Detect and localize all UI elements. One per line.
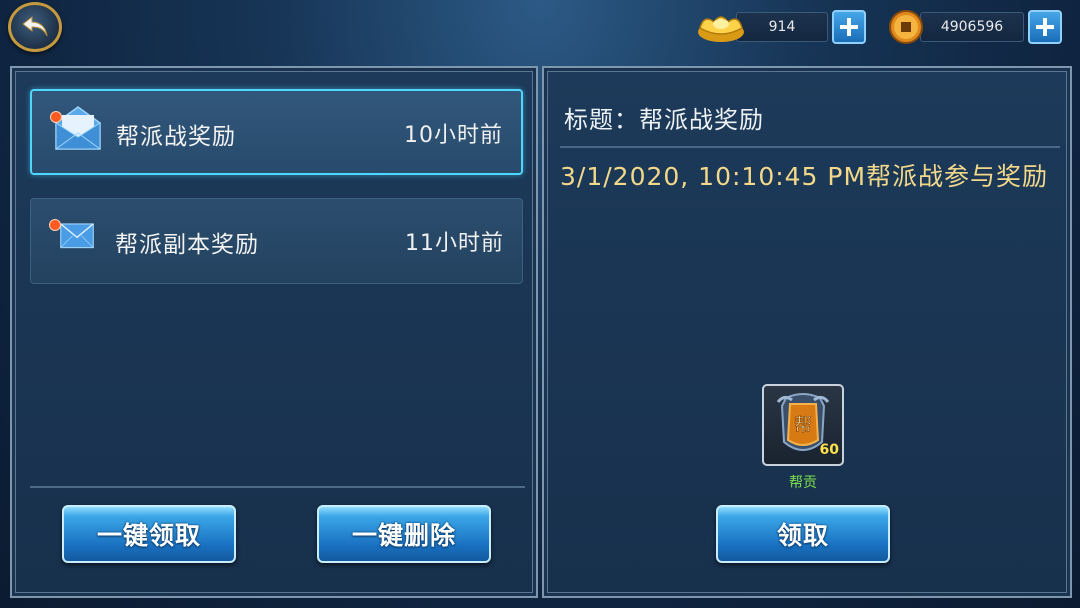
mail-subject: 标题：帮派战奖励 xyxy=(564,106,764,134)
mail-time: 10小时前 xyxy=(404,123,503,148)
copper-coin-icon xyxy=(889,10,923,44)
coin-resource: 4906596 xyxy=(888,10,1062,44)
reward-quantity: 60 xyxy=(819,442,839,458)
mail-item-guild-dungeon-reward[interactable]: 帮派副本奖励 11小时前 xyxy=(30,198,523,284)
gold-ingot-icon xyxy=(698,16,744,42)
reward-item-slot[interactable]: 帮 60 xyxy=(762,384,844,466)
back-button[interactable] xyxy=(8,2,62,52)
add-gold-button[interactable] xyxy=(832,10,866,44)
mail-title: 帮派副本奖励 xyxy=(115,232,259,258)
mail-body: 3/1/2020, 10:10:45 PM帮派战参与奖励 xyxy=(560,162,1049,191)
subject-divider xyxy=(560,146,1060,148)
delete-all-button[interactable]: 一键删除 xyxy=(317,505,491,563)
unread-dot xyxy=(49,219,61,231)
gold-resource: 914 xyxy=(696,10,866,44)
claim-all-button[interactable]: 一键领取 xyxy=(62,505,236,563)
mail-title: 帮派战奖励 xyxy=(116,124,236,150)
reward-name: 帮贡 xyxy=(789,475,817,491)
mail-time: 11小时前 xyxy=(405,231,504,256)
back-arrow-icon xyxy=(22,15,48,37)
coin-amount: 4906596 xyxy=(940,19,1004,35)
gold-amount: 914 xyxy=(768,19,796,35)
plus-icon xyxy=(840,18,858,36)
plus-icon xyxy=(1036,18,1054,36)
unread-dot xyxy=(50,111,62,123)
envelope-open-icon xyxy=(55,106,101,150)
reward-glyph: 帮 xyxy=(794,415,812,436)
mail-item-guild-war-reward[interactable]: 帮派战奖励 10小时前 xyxy=(30,89,523,175)
add-coins-button[interactable] xyxy=(1028,10,1062,44)
claim-button[interactable]: 领取 xyxy=(716,505,890,563)
list-divider xyxy=(30,486,525,488)
